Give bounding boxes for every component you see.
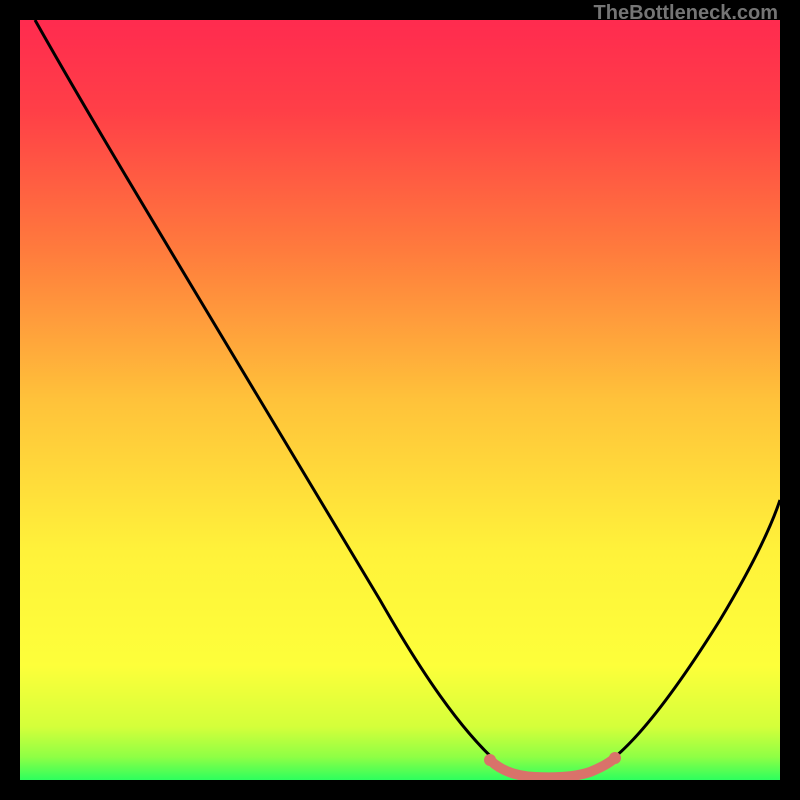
gradient-background bbox=[20, 20, 780, 780]
chart-container: TheBottleneck.com bbox=[0, 0, 800, 800]
optimal-start-dot bbox=[484, 754, 496, 766]
optimal-end-dot bbox=[609, 752, 621, 764]
plot-area bbox=[20, 20, 780, 780]
chart-svg bbox=[20, 20, 780, 780]
attribution-text: TheBottleneck.com bbox=[594, 2, 778, 25]
